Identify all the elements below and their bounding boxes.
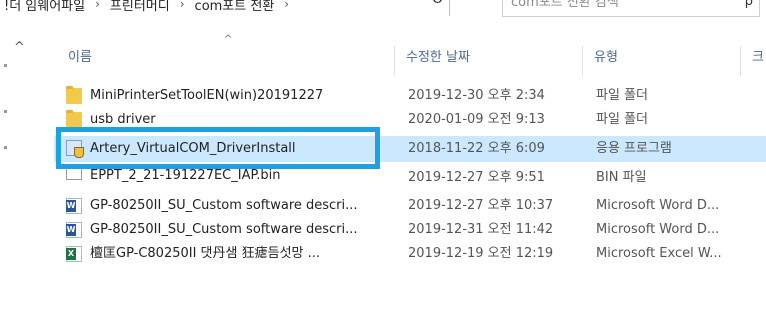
folder-icon: [66, 110, 82, 128]
file-type: Microsoft Excel W...: [596, 246, 722, 261]
column-header: ^ 이름 수정한 날짜 유형 크: [36, 34, 766, 80]
file-type: 파일 폴더: [596, 88, 648, 103]
column-name[interactable]: 이름: [62, 46, 368, 70]
column-divider[interactable]: [740, 46, 741, 76]
word-document-icon: [66, 222, 82, 238]
file-icon: [66, 168, 82, 180]
navigation-pane[interactable]: [0, 34, 36, 324]
word-document-icon: [66, 198, 82, 214]
tree-marker: [4, 110, 7, 113]
tree-marker: [4, 146, 7, 149]
chevron-down-icon[interactable]: v: [413, 0, 419, 3]
column-size[interactable]: 크: [746, 46, 766, 70]
table-row[interactable]: GP-80250II_SU_Custom software descri... …: [54, 218, 766, 242]
file-type: 응용 프로그램: [596, 141, 672, 156]
refresh-icon[interactable]: O: [432, 0, 443, 7]
search-input[interactable]: com포트 전환 검색 ρ: [502, 0, 760, 17]
excel-document-icon: [66, 246, 82, 262]
file-date: 2019-12-27 오후 9:51: [408, 170, 545, 185]
column-divider[interactable]: [582, 46, 583, 76]
search-placeholder: com포트 전환 검색: [511, 0, 619, 10]
scroll-up-icon[interactable]: ^: [14, 40, 25, 55]
file-date: 2019-12-31 오전 11:42: [408, 222, 554, 237]
file-date: 2019-12-19 오전 12:19: [408, 246, 554, 261]
table-row[interactable]: GP-80250II_SU_Custom software descri... …: [54, 194, 766, 218]
tree-marker: [4, 64, 7, 67]
file-name: GP-80250II_SU_Custom software descri...: [90, 222, 358, 237]
file-name: usb driver: [90, 112, 156, 127]
file-name: MiniPrinterSetToolEN(win)20191227: [90, 88, 324, 103]
file-date: 2019-12-27 오후 10:37: [408, 198, 554, 213]
search-icon[interactable]: ρ: [745, 0, 753, 9]
file-type: Microsoft Word D...: [596, 198, 720, 213]
file-date: 2020-01-09 오전 9:13: [408, 112, 545, 127]
chevron-right-icon[interactable]: ›: [284, 0, 289, 11]
table-row[interactable]: EPPT_2_21-191227EC_IAP.bin 2019-12-27 오후…: [54, 168, 766, 188]
file-name: EPPT_2_21-191227EC_IAP.bin: [90, 168, 281, 183]
breadcrumb: !더 임웨어파일 › 프린터머디 › com포트 전환 ›: [4, 0, 299, 16]
table-row[interactable]: 檀匡GP-C80250II 댓丹샘 狂瘧듬섯망 ... 2019-12-19 오…: [54, 242, 766, 266]
column-type[interactable]: 유형: [588, 46, 734, 70]
address-bar[interactable]: !더 임웨어파일 › 프린터머디 › com포트 전환 › v O com포트 …: [0, 0, 766, 34]
file-date: 2019-12-30 오후 2:34: [408, 88, 545, 103]
column-date[interactable]: 수정한 날짜: [400, 46, 566, 70]
breadcrumb-item[interactable]: 프린터머디: [110, 0, 170, 14]
breadcrumb-item[interactable]: !더 임웨어파일: [4, 0, 85, 14]
sort-ascending-icon: ^: [224, 34, 233, 45]
file-name: GP-80250II_SU_Custom software descri...: [90, 198, 358, 213]
file-type: 파일 폴더: [596, 112, 648, 127]
column-divider[interactable]: [394, 46, 395, 76]
file-date: 2018-11-22 오후 6:09: [408, 141, 545, 156]
breadcrumb-item[interactable]: com포트 전환: [195, 0, 275, 14]
file-type: BIN 파일: [596, 170, 647, 185]
divider: [449, 0, 450, 16]
chevron-right-icon: ›: [179, 0, 185, 11]
folder-icon: [66, 86, 82, 104]
table-row[interactable]: MiniPrinterSetToolEN(win)20191227 2019-1…: [54, 84, 766, 108]
chevron-right-icon: ›: [95, 0, 100, 11]
highlight-box: [56, 127, 380, 169]
file-type: Microsoft Word D...: [596, 222, 720, 237]
table-row[interactable]: usb driver 2020-01-09 오전 9:13 파일 폴더: [54, 108, 766, 128]
file-name: 檀匡GP-C80250II 댓丹샘 狂瘧듬섯망 ...: [90, 246, 321, 261]
